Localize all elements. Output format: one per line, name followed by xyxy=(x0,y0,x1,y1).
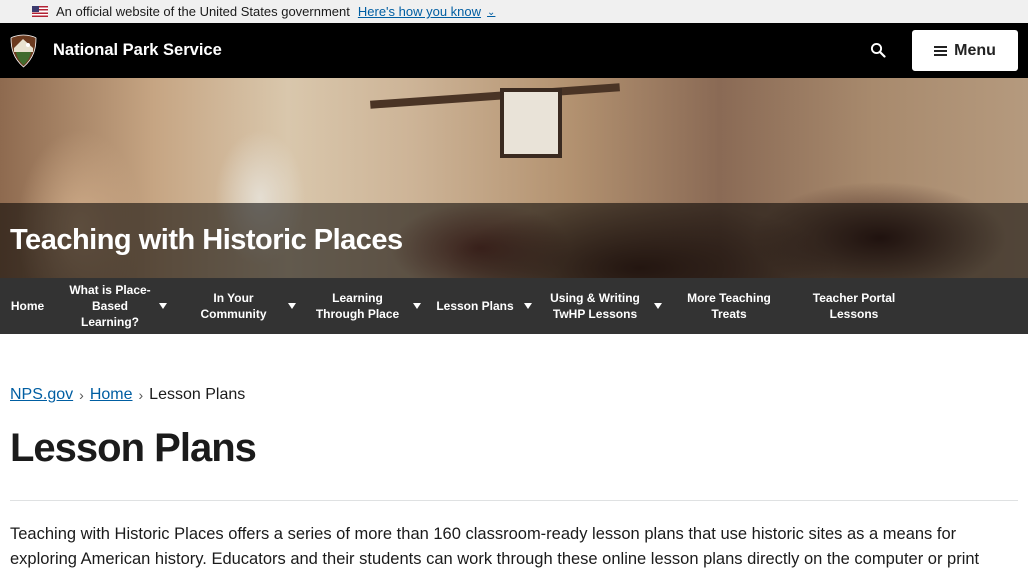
breadcrumb-link-nps[interactable]: NPS.gov xyxy=(10,386,73,404)
nav-item-label[interactable]: What is Place-Based Learning? xyxy=(62,282,158,330)
breadcrumb-link-home[interactable]: Home xyxy=(90,386,133,404)
hero-photo-detail xyxy=(370,83,620,109)
dropdown-caret-icon[interactable] xyxy=(288,303,296,309)
site-name[interactable]: National Park Service xyxy=(53,41,222,60)
hero-photo-detail xyxy=(500,88,562,158)
hero-title[interactable]: Teaching with Historic Places xyxy=(10,224,403,257)
nav-item-label[interactable]: Using & Writing TwHP Lessons xyxy=(545,290,645,322)
nav-item-label[interactable]: Home xyxy=(11,298,44,314)
gov-banner-text: An official website of the United States… xyxy=(56,4,350,19)
nav-item-home[interactable]: Home xyxy=(0,278,55,334)
hamburger-icon[interactable] xyxy=(934,45,948,56)
heres-how-you-know-label[interactable]: Here's how you know xyxy=(358,4,481,19)
nav-item-label[interactable]: Teacher Portal Lessons xyxy=(806,290,902,322)
nps-arrowhead-icon[interactable] xyxy=(10,34,37,68)
nav-item-label[interactable]: In Your Community xyxy=(194,290,274,322)
menu-label[interactable]: Menu xyxy=(954,42,996,60)
dropdown-caret-icon[interactable] xyxy=(413,303,421,309)
nav-item-lesson-plans[interactable]: Lesson Plans xyxy=(425,278,537,334)
nav-item-what-is-place-based-learning[interactable]: What is Place-Based Learning? xyxy=(55,278,173,334)
intro-paragraph: Teaching with Historic Places offers a s… xyxy=(10,525,980,568)
nav-item-using-writing-twhp-lessons[interactable]: Using & Writing TwHP Lessons xyxy=(537,278,665,334)
breadcrumb: NPS.gov › Home › Lesson Plans xyxy=(10,386,245,404)
search-button[interactable] xyxy=(866,38,890,62)
section-nav: Home What is Place-Based Learning? In Yo… xyxy=(0,278,1028,334)
page-title: Lesson Plans xyxy=(10,426,257,470)
nav-item-learning-through-place[interactable]: Learning Through Place xyxy=(300,278,425,334)
nav-item-label[interactable]: Lesson Plans xyxy=(436,298,513,314)
chevron-down-icon[interactable]: ⌄ xyxy=(487,7,495,18)
search-icon[interactable] xyxy=(870,42,886,58)
dropdown-caret-icon[interactable] xyxy=(654,303,662,309)
nav-item-teacher-portal-lessons[interactable]: Teacher Portal Lessons xyxy=(793,278,915,334)
chevron-right-icon: › xyxy=(138,387,144,403)
breadcrumb-current: Lesson Plans xyxy=(149,386,246,403)
nav-item-more-teaching-treats[interactable]: More Teaching Treats xyxy=(665,278,793,334)
dropdown-caret-icon[interactable] xyxy=(159,303,167,309)
nav-item-in-your-community[interactable]: In Your Community xyxy=(173,278,300,334)
menu-button[interactable]: Menu xyxy=(912,30,1018,71)
gov-banner: An official website of the United States… xyxy=(0,0,1028,23)
hero-banner: Teaching with Historic Places xyxy=(0,78,1028,278)
us-flag-icon xyxy=(32,6,48,17)
nav-item-label[interactable]: More Teaching Treats xyxy=(679,290,779,322)
dropdown-caret-icon[interactable] xyxy=(524,303,532,309)
nav-item-label[interactable]: Learning Through Place xyxy=(312,290,404,322)
divider xyxy=(10,500,1018,501)
heres-how-you-know-link[interactable]: Here's how you know ⌄ xyxy=(358,4,496,19)
chevron-right-icon: › xyxy=(79,387,84,403)
